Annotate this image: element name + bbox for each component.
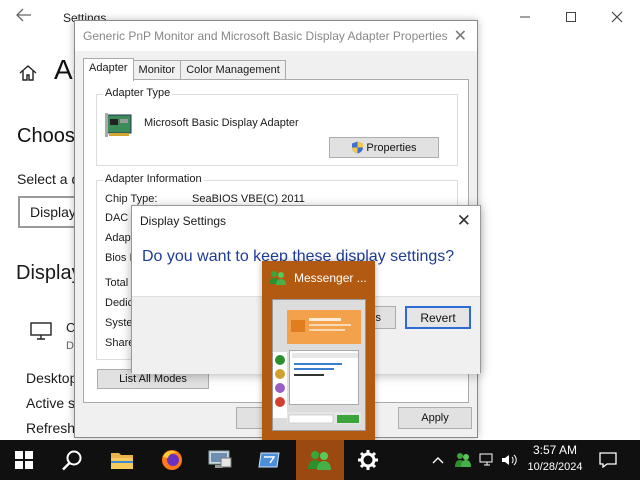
messenger-icon <box>308 451 331 470</box>
messenger-thumbnail-preview[interactable]: Messenger ... <box>262 261 375 441</box>
link-refresh-rate[interactable]: Refresh <box>26 420 75 436</box>
chevron-up-icon[interactable] <box>428 440 448 480</box>
messenger-window-thumbnail <box>272 299 366 431</box>
tab-color-management[interactable]: Color Management <box>180 60 286 80</box>
apply-button[interactable]: Apply <box>398 407 472 429</box>
tab-monitor[interactable]: Monitor <box>132 60 182 80</box>
settings-taskbar-button[interactable] <box>344 440 392 480</box>
close-icon[interactable]: ✕ <box>457 211 471 231</box>
clock-date[interactable]: 10/28/2024 <box>520 461 590 473</box>
select-label: Select a d <box>17 171 80 187</box>
tab-adapter[interactable]: Adapter <box>83 58 134 81</box>
adapter-type-group: Adapter Type Microsoft Basic Display Ada… <box>96 87 458 166</box>
adapter-card-icon <box>105 111 135 141</box>
info-label-adapter-string: Adapt <box>105 232 134 244</box>
messenger-input-thumbnail <box>287 412 361 424</box>
search-icon <box>62 450 82 471</box>
firefox-button[interactable] <box>148 440 196 480</box>
minimize-icon[interactable] <box>502 0 548 34</box>
gear-icon <box>358 450 378 470</box>
back-arrow-icon[interactable] <box>16 8 38 26</box>
messenger-icon <box>268 270 288 286</box>
search-button[interactable] <box>48 440 96 480</box>
section-heading: Choos <box>17 125 75 147</box>
monitor-sublabel: D <box>66 340 74 352</box>
properties-button-label: Properties <box>366 141 417 154</box>
messenger-sidebar-thumbnail <box>273 352 287 418</box>
monitor-icon <box>30 322 52 345</box>
adapter-properties-button[interactable]: Properties <box>329 137 439 158</box>
firefox-icon <box>162 450 182 470</box>
windows-logo-icon <box>15 451 33 469</box>
messenger-title: Messenger ... <box>294 271 367 285</box>
link-active-signal[interactable]: Active s <box>26 395 75 411</box>
adapter-type-label: Adapter Type <box>103 87 173 99</box>
info-label-system-memory: Syste <box>105 317 133 329</box>
monitor-network-icon <box>208 450 232 468</box>
app-window-button[interactable] <box>246 440 294 480</box>
taskbar: 3:57 AM 10/28/2024 <box>0 440 640 480</box>
info-label-chip-type: Chip Type: <box>105 193 158 205</box>
window-controls <box>502 0 640 34</box>
revert-button[interactable]: Revert <box>405 306 471 329</box>
close-icon[interactable] <box>594 0 640 34</box>
properties-titlebar[interactable]: Generic PnP Monitor and Microsoft Basic … <box>75 21 477 51</box>
close-icon[interactable]: ✕ <box>454 26 467 46</box>
clock-time[interactable]: 3:57 AM <box>520 443 590 457</box>
shield-icon <box>352 141 364 154</box>
maximize-icon[interactable] <box>548 0 594 34</box>
info-label-dedicated-memory: Dedic <box>105 297 134 309</box>
network-icon[interactable] <box>476 440 498 480</box>
messenger-header-thumbnail <box>287 310 361 344</box>
home-icon[interactable] <box>18 63 38 88</box>
properties-tabs: Adapter Monitor Color Management <box>83 58 286 81</box>
display-dialog-title: Display Settings <box>140 214 227 228</box>
volume-icon[interactable] <box>499 440 519 480</box>
adapter-info-label: Adapter Information <box>103 173 204 185</box>
display-heading: Display <box>16 262 82 284</box>
file-explorer-button[interactable] <box>98 440 146 480</box>
display-select[interactable]: Display <box>18 196 78 228</box>
info-label-total-memory: Total <box>105 277 129 289</box>
keep-button-label: s <box>375 311 382 324</box>
start-button[interactable] <box>0 440 48 480</box>
properties-title: Generic PnP Monitor and Microsoft Basic … <box>83 29 448 43</box>
info-label-bios-info: Bios I <box>105 252 133 264</box>
notifications-icon[interactable] <box>594 440 622 480</box>
adapter-name: Microsoft Basic Display Adapter <box>144 117 299 129</box>
app-window-icon <box>258 452 280 468</box>
messenger-contact-list-thumbnail <box>289 350 359 405</box>
info-label-shared-memory: Share <box>105 337 135 349</box>
remote-desktop-button[interactable] <box>196 440 244 480</box>
info-value-chip-type: SeaBIOS VBE(C) 2011 <box>192 193 305 205</box>
messenger-tray-icon[interactable] <box>451 440 475 480</box>
folder-icon <box>111 453 133 469</box>
link-desktop[interactable]: Desktop <box>26 370 77 386</box>
messenger-taskbar-button[interactable] <box>296 440 344 480</box>
